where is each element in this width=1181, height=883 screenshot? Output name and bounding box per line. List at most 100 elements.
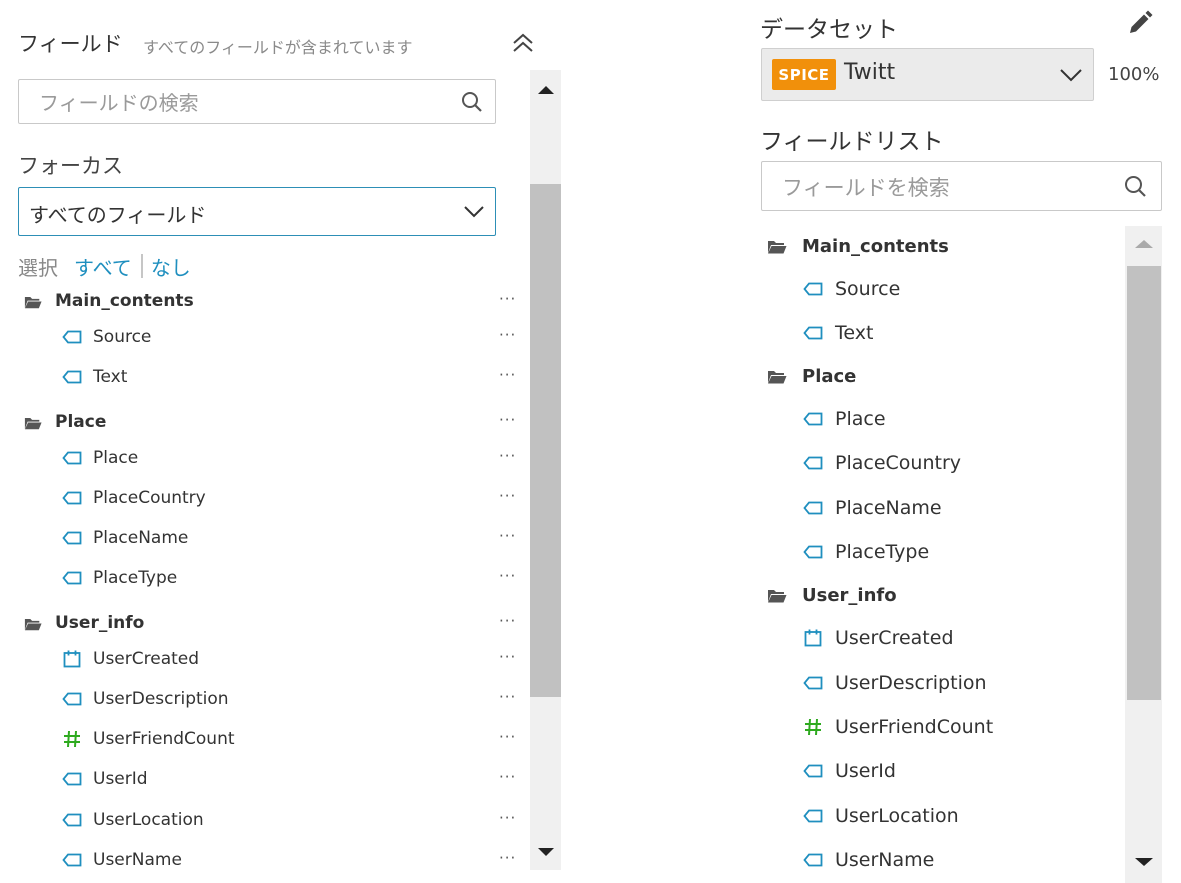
select-all-link[interactable]: すべて [74, 252, 132, 281]
folder-icon [24, 616, 42, 631]
field-label: UserCreated [835, 627, 954, 650]
field-item-usercreated[interactable]: UserCreated [802, 620, 954, 656]
field-group-place[interactable]: Place [767, 358, 856, 394]
dataset-dropdown[interactable]: SPICE Twitt [761, 48, 1094, 101]
folder-icon [767, 588, 787, 603]
field-label: UserId [835, 760, 896, 783]
search-icon[interactable] [461, 91, 483, 113]
field-group-user-info[interactable]: User_info [767, 578, 897, 614]
more-options-icon[interactable]: ··· [499, 690, 516, 705]
scroll-down-arrow-icon[interactable] [1135, 858, 1153, 866]
field-item-placecountry[interactable]: PlaceCountry [62, 481, 206, 515]
search-icon[interactable] [1124, 175, 1147, 198]
tag-icon [62, 811, 82, 829]
field-item-userdescription[interactable]: UserDescription [62, 682, 229, 716]
field-label: PlaceName [835, 496, 942, 519]
field-item-userlocation[interactable]: UserLocation [62, 803, 204, 837]
focus-label: フォーカス [18, 154, 123, 178]
field-item-place[interactable]: Place [802, 401, 886, 437]
tag-icon [802, 761, 824, 781]
tag-icon [62, 449, 82, 467]
more-options-icon[interactable]: ··· [499, 529, 516, 544]
field-item-placetype[interactable]: PlaceType [802, 534, 929, 570]
tag-icon [62, 529, 82, 547]
collapse-chevron-up-icon[interactable] [510, 32, 536, 54]
field-item-placename[interactable]: PlaceName [62, 521, 188, 555]
scroll-down-arrow-icon[interactable] [538, 848, 554, 856]
scrollbar-thumb[interactable] [1127, 266, 1161, 700]
focus-dropdown[interactable]: すべてのフィールド [18, 187, 496, 236]
field-label: PlaceCountry [835, 452, 961, 475]
more-options-icon[interactable]: ··· [499, 613, 516, 628]
field-item-usercreated[interactable]: UserCreated [62, 642, 199, 676]
select-none-link[interactable]: なし [151, 252, 191, 281]
field-group-label: Place [55, 411, 107, 432]
field-group-label: Main_contents [802, 235, 949, 257]
field-label: Source [835, 277, 901, 300]
more-options-icon[interactable]: ··· [499, 569, 516, 584]
tag-icon [802, 498, 824, 518]
field-group-main-contents[interactable]: Main_contents [24, 284, 194, 318]
more-options-icon[interactable]: ··· [499, 770, 516, 785]
scrollbar-thumb[interactable] [530, 184, 561, 697]
field-label: UserCreated [93, 648, 200, 669]
field-group-place[interactable]: Place [24, 405, 106, 439]
more-options-icon[interactable]: ··· [499, 850, 516, 865]
field-item-userid[interactable]: UserId [802, 753, 896, 789]
field-group-label: User_info [55, 612, 145, 633]
more-options-icon[interactable]: ··· [499, 730, 516, 745]
field-item-userlocation[interactable]: UserLocation [802, 798, 959, 834]
field-list-search-input[interactable] [780, 173, 1114, 203]
more-options-icon[interactable]: ··· [499, 412, 516, 427]
right-scrollbar[interactable] [1125, 226, 1162, 883]
field-group-label: Place [802, 365, 857, 387]
field-item-text[interactable]: Text [802, 315, 873, 351]
spice-badge: SPICE [772, 59, 836, 90]
field-group-user-info[interactable]: User_info [24, 606, 144, 640]
dataset-spice-percent: 100% [1108, 64, 1160, 85]
field-item-username[interactable]: UserName [62, 843, 182, 877]
field-group-main-contents[interactable]: Main_contents [767, 228, 949, 264]
field-item-source[interactable]: Source [62, 320, 151, 354]
field-item-place[interactable]: Place [62, 441, 138, 475]
more-options-icon[interactable]: ··· [499, 448, 516, 463]
field-item-text[interactable]: Text [62, 360, 127, 394]
left-scrollbar[interactable] [530, 70, 561, 870]
tag-icon [802, 673, 824, 693]
field-label: UserDescription [93, 689, 229, 709]
more-options-icon[interactable]: ··· [499, 292, 516, 307]
tag-icon [802, 409, 824, 429]
field-list-search-box [761, 161, 1162, 211]
tag-icon [802, 806, 824, 826]
more-options-icon[interactable]: ··· [499, 649, 516, 664]
field-label: Text [93, 367, 128, 388]
folder-icon [24, 415, 42, 429]
field-item-userid[interactable]: UserId [62, 762, 148, 796]
more-options-icon[interactable]: ··· [499, 488, 516, 503]
more-options-icon[interactable]: ··· [499, 810, 516, 825]
field-item-placecountry[interactable]: PlaceCountry [802, 445, 961, 481]
field-group-label: Main_contents [55, 291, 194, 311]
field-item-userfriendcount[interactable]: UserFriendCount [802, 709, 993, 745]
field-search-input[interactable] [37, 89, 461, 117]
scroll-up-arrow-icon[interactable] [1135, 240, 1153, 248]
folder-icon [767, 239, 787, 254]
field-item-username[interactable]: UserName [802, 842, 934, 878]
field-item-userdescription[interactable]: UserDescription [802, 665, 987, 701]
more-options-icon[interactable]: ··· [499, 368, 516, 383]
calendar-icon [802, 628, 824, 648]
field-label: Place [835, 407, 886, 430]
field-item-placename[interactable]: PlaceName [802, 490, 942, 526]
field-item-userfriendcount[interactable]: UserFriendCount [62, 722, 235, 756]
calendar-icon [62, 650, 82, 668]
field-item-placetype[interactable]: PlaceType [62, 561, 177, 595]
field-label: UserName [93, 849, 182, 870]
edit-pencil-icon[interactable] [1126, 9, 1154, 37]
field-label: UserFriendCount [93, 729, 235, 750]
tag-icon [802, 323, 824, 343]
field-item-source[interactable]: Source [802, 271, 900, 307]
more-options-icon[interactable]: ··· [499, 328, 516, 343]
field-label: PlaceName [93, 528, 189, 549]
scroll-up-arrow-icon[interactable] [538, 86, 554, 94]
fields-panel-subtitle: すべてのフィールドが含まれています [143, 38, 413, 57]
